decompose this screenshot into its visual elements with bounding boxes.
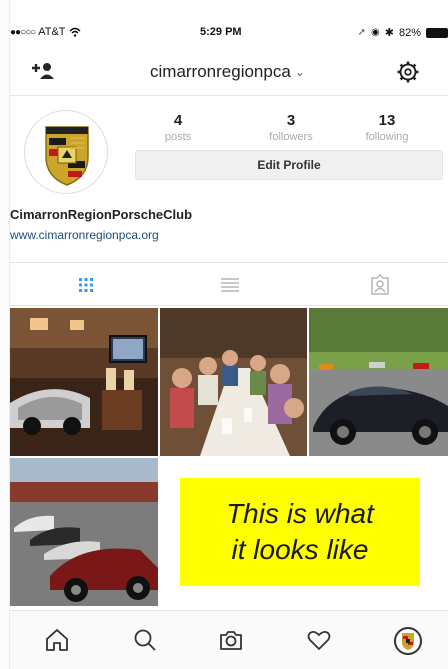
home-icon[interactable] [44,627,70,653]
stat-following-count: 13 [378,112,396,129]
carrier-label: AT&T [38,26,66,38]
status-time: 5:29 PM [200,26,242,38]
gear-icon[interactable] [396,60,420,84]
edit-profile-button[interactable]: Edit Profile [135,150,443,180]
profile-tab[interactable] [394,627,422,655]
profile-avatar[interactable] [24,110,108,194]
tagged-person-icon[interactable] [368,273,392,297]
profile-website-link[interactable]: www.cimarronregionpca.org [10,228,159,242]
caption-line-2: it looks like [231,534,369,565]
status-bar: ●●○○○ AT&T 5:29 PM ➚ ◉ ✱ 82% [10,22,448,44]
stat-following[interactable]: 13 following [342,112,432,143]
stat-posts[interactable]: 4 posts [133,112,223,143]
stat-posts-count: 4 [173,112,183,129]
status-right: ➚ ◉ ✱ 82% [358,26,448,39]
battery-icon [426,27,448,38]
porsche-crest-icon [402,633,414,650]
caption-line-1: This is what [226,498,374,529]
stat-posts-label: posts [164,131,192,143]
stat-following-label: following [365,131,409,143]
post-black-porsche[interactable] [309,308,448,456]
wifi-icon [69,27,80,37]
alarm-icon: ◉ [371,27,380,38]
caption-callout: This is what it looks like [180,478,420,586]
signal-dots-icon: ●●○○○ [10,26,36,38]
chevron-down-icon: ⌄ [294,65,305,79]
search-icon[interactable] [132,627,158,653]
bluetooth-icon: ✱ [384,27,394,39]
post-garage-interior[interactable] [10,308,158,456]
post-porsche-lineup[interactable] [10,458,158,606]
club-dinner-photo [160,308,307,456]
bottom-nav-bar [10,610,448,669]
stat-followers-count: 3 [286,112,296,129]
profile-view-tabs [10,262,448,306]
add-user-icon[interactable] [30,60,56,82]
list-icon[interactable] [218,273,242,297]
profile-display-name: CimarronRegionPorscheClub [10,207,193,222]
camera-icon[interactable] [218,627,244,653]
post-club-dinner[interactable] [160,308,307,456]
porsche-crest-icon [45,126,89,186]
stat-followers[interactable]: 3 followers [246,112,336,143]
heart-icon[interactable] [306,627,332,653]
garage-interior-photo [10,308,158,456]
username-switcher[interactable]: cimarronregionpca ⌄ [150,62,305,82]
battery-percent: 82% [398,26,421,39]
profile-header: cimarronregionpca ⌄ [10,50,448,96]
location-icon: ➚ [357,27,367,38]
grid-icon[interactable] [74,273,98,297]
stat-followers-label: followers [269,131,313,143]
porsche-lineup-photo [10,458,158,606]
username-title: cimarronregionpca [150,62,291,81]
screen-frame-edge [0,0,10,669]
black-porsche-photo [309,308,448,456]
status-left: ●●○○○ AT&T [10,26,81,38]
